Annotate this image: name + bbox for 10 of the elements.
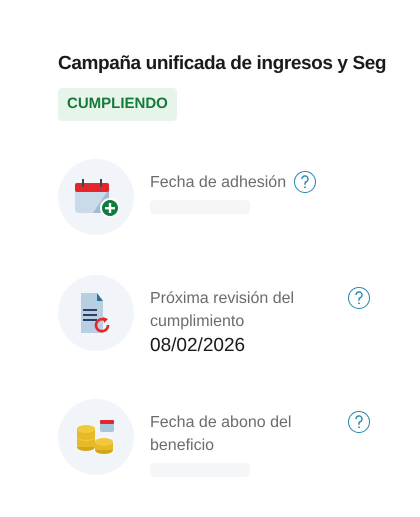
- field-value: 08/02/2026: [150, 334, 246, 358]
- help-icon[interactable]: [348, 286, 370, 308]
- help-icon[interactable]: [348, 410, 370, 432]
- field-label: Próxima revisión del cumplimiento: [150, 288, 296, 332]
- status-badge: CUMPLIENDO: [58, 88, 177, 120]
- help-icon[interactable]: [294, 170, 316, 192]
- calendar-add-icon: [73, 176, 119, 216]
- field-label: Fecha de abono del beneficio: [150, 412, 292, 456]
- page-title: Campaña unificada de ingresos y Seg: [58, 52, 388, 76]
- field-label: Fecha de adhesión: [150, 172, 286, 192]
